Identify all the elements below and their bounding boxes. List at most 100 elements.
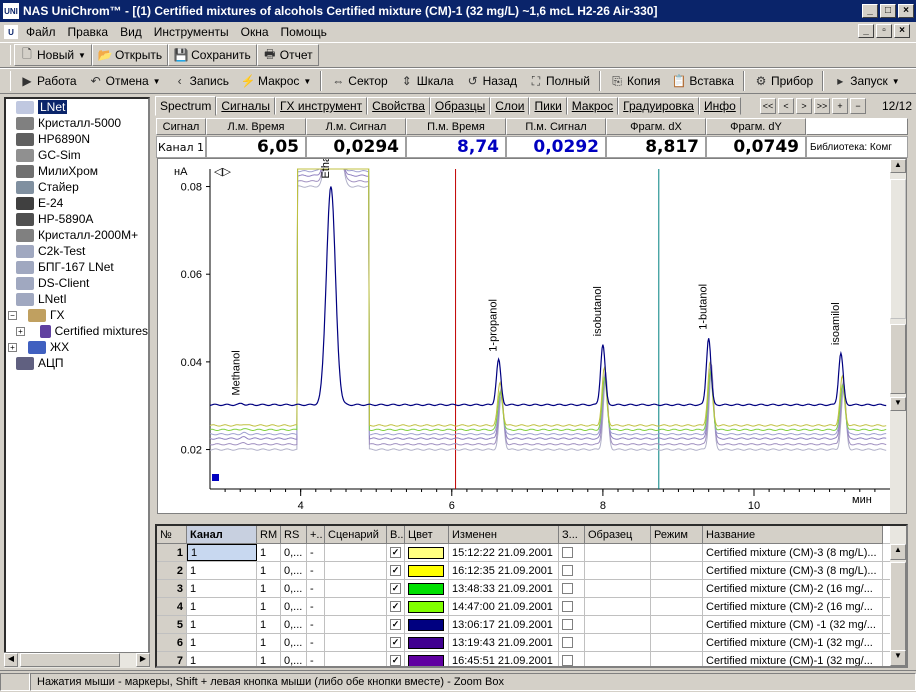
tree-item[interactable]: DS-Client [6, 275, 148, 291]
nav-button-3[interactable]: >> [814, 98, 830, 114]
grid-cell[interactable]: 1 [257, 562, 281, 579]
grid-cell[interactable]: 15:12:22 21.09.2001 [449, 544, 559, 561]
grid-header-cell[interactable]: Канал [187, 526, 257, 544]
grid-cell[interactable] [559, 652, 585, 666]
grid-cell[interactable] [405, 598, 449, 615]
dropdown-arrow-icon[interactable]: ▼ [303, 77, 311, 86]
grid-cell[interactable] [651, 598, 703, 615]
grid-cell[interactable]: Certified mixture (CM)-3 (8 mg/L)... [703, 562, 883, 579]
menu-item-1[interactable]: Правка [62, 25, 115, 39]
nav-button-5[interactable]: − [850, 98, 866, 114]
dropdown-arrow-icon[interactable]: ▼ [78, 51, 86, 60]
grid-cell[interactable]: 13:19:43 21.09.2001 [449, 634, 559, 651]
grid-cell[interactable] [559, 544, 585, 561]
grid-cell[interactable] [405, 580, 449, 597]
tab-0[interactable]: Spectrum [155, 96, 217, 116]
z-checkbox[interactable] [562, 637, 573, 648]
grid-cell[interactable] [325, 544, 387, 561]
mdi-close-icon[interactable]: × [894, 24, 910, 38]
tree-item[interactable]: Стайер [6, 179, 148, 195]
grid-cell[interactable]: 1 [157, 544, 187, 561]
chart-vscroll[interactable]: ▲ ▼ [890, 159, 906, 513]
grid-cell[interactable]: ✓ [387, 562, 405, 579]
tree-item[interactable]: Кристалл-5000 [6, 115, 148, 131]
tab-2[interactable]: ГХ инструмент [275, 97, 368, 115]
grid-cell[interactable]: 16:45:51 21.09.2001 [449, 652, 559, 666]
toolbar-button-3[interactable]: ⚡ Макрос ▼ [235, 70, 317, 92]
grid-cell[interactable] [585, 598, 651, 615]
grid-cell[interactable]: Certified mixture (CM) -1 (32 mg/... [703, 616, 883, 633]
grid-cell[interactable]: 4 [157, 598, 187, 615]
grid-cell[interactable]: - [307, 544, 325, 561]
grid-cell[interactable]: 1 [257, 598, 281, 615]
toolbar-button-0[interactable]: ▶ Работа [14, 70, 83, 92]
toolbar-button-2[interactable]: 💾 Сохранить [168, 44, 257, 66]
nav-button-2[interactable]: > [796, 98, 812, 114]
visible-checkbox[interactable]: ✓ [390, 601, 401, 612]
grid-cell[interactable]: 0,... [281, 580, 307, 597]
grid-cell[interactable]: 1 [187, 580, 257, 597]
grid-cell[interactable] [325, 598, 387, 615]
grid-cell[interactable]: Certified mixture (CM)-2 (16 mg/... [703, 598, 883, 615]
menu-item-2[interactable]: Вид [114, 25, 148, 39]
grid-cell[interactable]: - [307, 598, 325, 615]
grid-cell[interactable]: - [307, 634, 325, 651]
toolbar-button-1[interactable]: ↶ Отмена ▼ [83, 70, 167, 92]
grid-header-cell[interactable]: Цвет [405, 526, 449, 544]
menu-item-4[interactable]: Окна [235, 25, 275, 39]
tree-expander-icon[interactable]: + [16, 326, 25, 336]
grid-cell[interactable]: 1 [187, 544, 257, 561]
grid-cell[interactable] [585, 634, 651, 651]
grid-header-cell[interactable]: +.. [307, 526, 325, 544]
toolbar-button-9[interactable]: 📋 Вставка [666, 70, 740, 92]
tab-5[interactable]: Слои [490, 97, 530, 115]
tree-scrollbar[interactable]: ◀ ▶ [4, 652, 150, 668]
grid-cell[interactable] [559, 616, 585, 633]
instrument-tree[interactable]: LNet Кристалл-5000 HP6890N GC-Sim МилиХром Ст… [4, 97, 150, 668]
grid-cell[interactable] [325, 580, 387, 597]
grid-cell[interactable]: 1 [187, 598, 257, 615]
chromatogram-chart[interactable]: нА мин ◁▷ 0.02 0.04 0.06 0.08 4 6 8 10 Methanol Etha… [157, 158, 907, 514]
grid-cell[interactable]: ✓ [387, 616, 405, 633]
tree-item[interactable]: LNet [6, 99, 148, 115]
grid-cell[interactable]: ✓ [387, 652, 405, 666]
grid-cell[interactable]: 1 [257, 616, 281, 633]
toolbar-button-10[interactable]: ⚙ Прибор [748, 70, 819, 92]
grid-cell[interactable]: 0,... [281, 652, 307, 666]
grid-cell[interactable] [405, 616, 449, 633]
grid-cell[interactable] [559, 598, 585, 615]
visible-checkbox[interactable]: ✓ [390, 565, 401, 576]
grid-cell[interactable] [559, 634, 585, 651]
toolbar-button-6[interactable]: ↺ Назад [460, 70, 523, 92]
tab-6[interactable]: Пики [529, 97, 567, 115]
table-row[interactable]: 2 1 1 0,... - ✓ 16:12:35 21.09.2001 Certified m… [157, 562, 906, 580]
grid-cell[interactable]: 1 [187, 652, 257, 666]
toolbar-button-4[interactable]: ⇔ Сектор [325, 70, 393, 92]
tab-4[interactable]: Образцы [429, 97, 491, 115]
minimize-icon[interactable]: _ [862, 4, 878, 18]
menu-item-3[interactable]: Инструменты [148, 25, 235, 39]
grid-header-cell[interactable]: Образец [585, 526, 651, 544]
mdi-restore-icon[interactable]: ▫ [876, 24, 892, 38]
tree-item[interactable]: МилиХром [6, 163, 148, 179]
z-checkbox[interactable] [562, 547, 573, 558]
grid-cell[interactable]: 1 [187, 634, 257, 651]
grid-cell[interactable]: 1 [187, 562, 257, 579]
grid-header-cell[interactable]: Название [703, 526, 883, 544]
grid-cell[interactable]: 0,... [281, 634, 307, 651]
tab-8[interactable]: Градуировка [618, 97, 699, 115]
grid-cell[interactable]: 6 [157, 634, 187, 651]
grid-cell[interactable] [325, 616, 387, 633]
color-swatch[interactable] [408, 600, 444, 613]
grid-cell[interactable]: ✓ [387, 580, 405, 597]
maximize-icon[interactable]: □ [880, 4, 896, 18]
grid-cell[interactable]: 13:48:33 21.09.2001 [449, 580, 559, 597]
grid-cell[interactable]: Certified mixture (CM)-1 (32 mg/... [703, 634, 883, 651]
nav-button-4[interactable]: + [832, 98, 848, 114]
menu-item-0[interactable]: Файл [20, 25, 62, 39]
grid-header-cell[interactable]: RS [281, 526, 307, 544]
grid-cell[interactable] [585, 544, 651, 561]
table-row[interactable]: 3 1 1 0,... - ✓ 13:48:33 21.09.2001 Certified m… [157, 580, 906, 598]
grid-header-cell[interactable]: № [157, 526, 187, 544]
grid-cell[interactable] [405, 544, 449, 561]
